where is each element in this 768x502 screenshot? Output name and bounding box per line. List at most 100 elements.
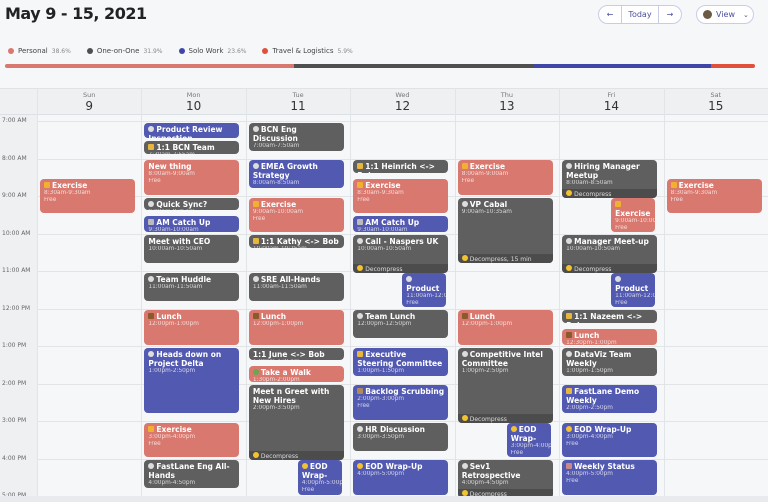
event-title: Lunch <box>566 331 653 340</box>
calendar-event[interactable]: Exercise9:00am-10:00amFree <box>248 197 344 232</box>
calendar-event[interactable]: Team Huddle 11:00am-11:50am <box>144 272 240 301</box>
decompress-label: Decompress <box>574 265 612 273</box>
event-free-label: Free <box>301 487 315 493</box>
calendar-event[interactable]: Weekly Status 4:00pm-5:00pm Free <box>562 460 658 495</box>
calendar-event[interactable]: Hiring Manager Meetup 8:00am-8:50am Decomp… <box>562 160 658 198</box>
event-time: 9:00am-10:35am <box>461 208 512 215</box>
calendar-event[interactable]: EOD Wrap-Up3:00pm-4:00pmFree <box>506 422 551 457</box>
day-header-wed[interactable]: Wed 12 <box>350 89 454 113</box>
prev-week-button[interactable]: ← <box>599 6 621 23</box>
hour-line <box>37 346 768 347</box>
calendar-event[interactable]: Executive Steering Committee 1:00pm-1:50p… <box>353 347 449 376</box>
calendar-event[interactable]: Meet n Greet with New Hires 2:00pm-3:50pm… <box>248 385 344 460</box>
calendar-event[interactable]: DataViz Team Weekly 1:00pm-1:50pm <box>562 347 658 376</box>
calendar-event[interactable]: AM Catch Up 9:30am-10:00am <box>144 216 240 232</box>
next-week-button[interactable]: → <box>659 6 681 23</box>
calendar-event[interactable]: SRE All-Hands 11:00am-11:50am <box>248 272 344 301</box>
calendar-event[interactable]: Call - Naspers UK 10:00am-10:50am Decompre… <box>353 235 449 273</box>
day-header-tue[interactable]: Tue 11 <box>246 89 350 113</box>
decompress-block: Decompress, 15 min <box>457 254 553 264</box>
calendar-event[interactable]: Meet with CEO 10:00am-10:50am <box>144 235 240 264</box>
calendar-event[interactable]: HR Discussion 3:00pm-3:50pm <box>353 422 449 451</box>
event-title: Exercise <box>252 200 340 209</box>
calendar-event[interactable]: Exercise 8:00am-9:00am Free <box>457 160 553 195</box>
day-header-mon[interactable]: Mon 10 <box>141 89 245 113</box>
calendar-event[interactable]: 1:1 BCN Team7:30am-7:55am <box>144 141 240 154</box>
event-title: Call - Naspers UK <box>357 237 444 246</box>
calendar-event[interactable]: Take a Walk 1:30pm-2:00pm <box>248 366 344 382</box>
plane-icon <box>566 463 573 469</box>
day-header-fri[interactable]: Fri 14 <box>559 89 663 113</box>
calendar-event[interactable]: Backlog Scrubbing 2:00pm-3:00pm Free <box>353 385 449 420</box>
calendar-event[interactable]: Competitive Intel Committee 1:00pm-2:50pm… <box>457 347 553 423</box>
event-title-text: Heads down on Project Delta <box>148 349 222 368</box>
calendar-event[interactable]: Product11:00am-12:00pmFree <box>402 272 447 307</box>
column-divider <box>141 88 143 502</box>
decompress-label: Decompress, 15 min <box>469 256 532 264</box>
calendar-event[interactable]: EMEA Growth Strategy 8:00am-8:50am <box>248 160 344 189</box>
calendar-event[interactable]: Exercise 8:30am-9:30am Free <box>353 178 449 214</box>
event-title: EOD Wrap-Up <box>510 425 547 443</box>
today-button[interactable]: Today <box>621 6 659 23</box>
event-time: 8:00am-8:50am <box>252 180 300 186</box>
calendar-event[interactable]: FastLane Demo Weekly 2:00pm-2:50pm <box>562 385 658 414</box>
day-header-sun[interactable]: Sun 9 <box>37 89 141 113</box>
calendar-event[interactable]: Quick Sync?9:00am-9:25am <box>144 197 240 211</box>
calendar-event[interactable]: New thing 8:00am-9:00am Free <box>144 160 240 195</box>
event-title-text: Sev1 Retrospective <box>461 462 521 480</box>
muscle-icon <box>670 181 677 188</box>
time-label: 10:00 AM <box>2 229 31 237</box>
calendar-event[interactable]: FastLane Eng All-Hands 4:00pm-4:50pm <box>144 460 240 489</box>
event-title-text: Weekly Status <box>574 462 635 471</box>
calendar-event[interactable]: Lunch 12:00pm-1:00pm <box>457 310 553 345</box>
calendar-event[interactable]: 1:1 Nazeem <-> Bob12:00pm-12:25pm <box>562 310 658 323</box>
calendar-event[interactable]: Product11:00am-12:00pmFree <box>611 272 656 307</box>
calendar-event[interactable]: Lunch 12:00pm-1:00pm <box>144 310 240 345</box>
view-button[interactable]: View ⌄ <box>696 5 754 24</box>
calendar-event[interactable]: Manager Meet-up 10:00am-10:50am Decompress <box>562 235 658 273</box>
calendar-event[interactable]: EOD Wrap-Up3:00pm-4:00pmFree <box>562 422 658 457</box>
calendar-event[interactable]: AM Catch Up 9:30am-10:00am <box>353 216 449 232</box>
calendar-event[interactable]: Product Review Inspection7:00am-7:30am <box>144 122 240 139</box>
calendar-event[interactable]: Heads down on Project Delta 1:00pm-2:50pm <box>144 347 240 414</box>
calendar-event[interactable]: Lunch 12:30pm-1:00pm <box>562 328 658 345</box>
calendar-event[interactable]: Sev1 Retrospective 4:00pm-4:50pm Decompres… <box>457 460 553 498</box>
calendar-event[interactable]: VP Cabal 9:00am-10:35am Decompress, 15 min <box>457 197 553 264</box>
handshake-icon <box>566 313 573 319</box>
calendar-event[interactable]: Exercise9:00am-10:00amFree <box>611 197 656 232</box>
event-time: 4:00pm-5:00pm <box>357 471 405 477</box>
legend-label: One-on-One <box>96 47 140 55</box>
day-name: Sat <box>710 91 722 99</box>
calendar-event[interactable]: Exercise 8:30am-9:30am Free <box>40 178 135 214</box>
food-icon <box>148 313 155 319</box>
calendar-event[interactable]: Team Lunch 12:00pm-12:50pm <box>353 310 449 339</box>
legend-label: Solo Work <box>188 47 224 55</box>
calendar-event[interactable]: Lunch 12:00pm-1:00pm <box>248 310 344 345</box>
horizontal-scrollbar[interactable] <box>0 496 768 502</box>
calendar-event[interactable]: EOD Wrap-Up4:00pm-5:00pmFree <box>297 460 342 495</box>
calendar-event[interactable]: BCN Eng Discussion 7:00am-7:50am <box>248 122 344 151</box>
event-title-text: BCN Eng Discussion <box>252 124 298 143</box>
calendar-event[interactable]: EOD Wrap-Up 4:00pm-5:00pm <box>353 460 449 495</box>
calendar-event[interactable]: Exercise 8:30am-9:30am Free <box>666 178 762 214</box>
muscle-icon <box>148 425 155 432</box>
calendar-event[interactable]: 1:1 Heinrich <-> Bob8:00am-8:25am <box>353 160 449 173</box>
event-time: 7:00am-7:50am <box>252 142 300 149</box>
day-header-sat[interactable]: Sat 15 <box>664 89 768 113</box>
muscle-icon <box>44 181 50 188</box>
event-time: 12:00pm-1:00pm <box>148 321 199 327</box>
calendar-event[interactable]: 1:1 June <-> Bob1:00pm-1:25pm <box>248 347 344 361</box>
event-title-text: Take a Walk <box>260 368 311 378</box>
day-header-thu[interactable]: Thu 13 <box>455 89 559 113</box>
event-title: Exercise <box>461 162 549 171</box>
search-icon <box>148 463 155 469</box>
cool-face-icon <box>357 264 364 271</box>
search-icon <box>357 238 364 244</box>
calendar-event[interactable]: 1:1 Kathy <-> Bob10:00am-10:25am <box>248 235 344 248</box>
day-name: Thu <box>500 91 514 99</box>
event-title: Product <box>615 275 651 293</box>
event-free-label: Free <box>406 299 419 306</box>
calendar-event[interactable]: Exercise 3:00pm-4:00pm Free <box>144 422 240 457</box>
event-free-label: Free <box>252 215 266 222</box>
event-title-text: Lunch <box>260 312 287 321</box>
